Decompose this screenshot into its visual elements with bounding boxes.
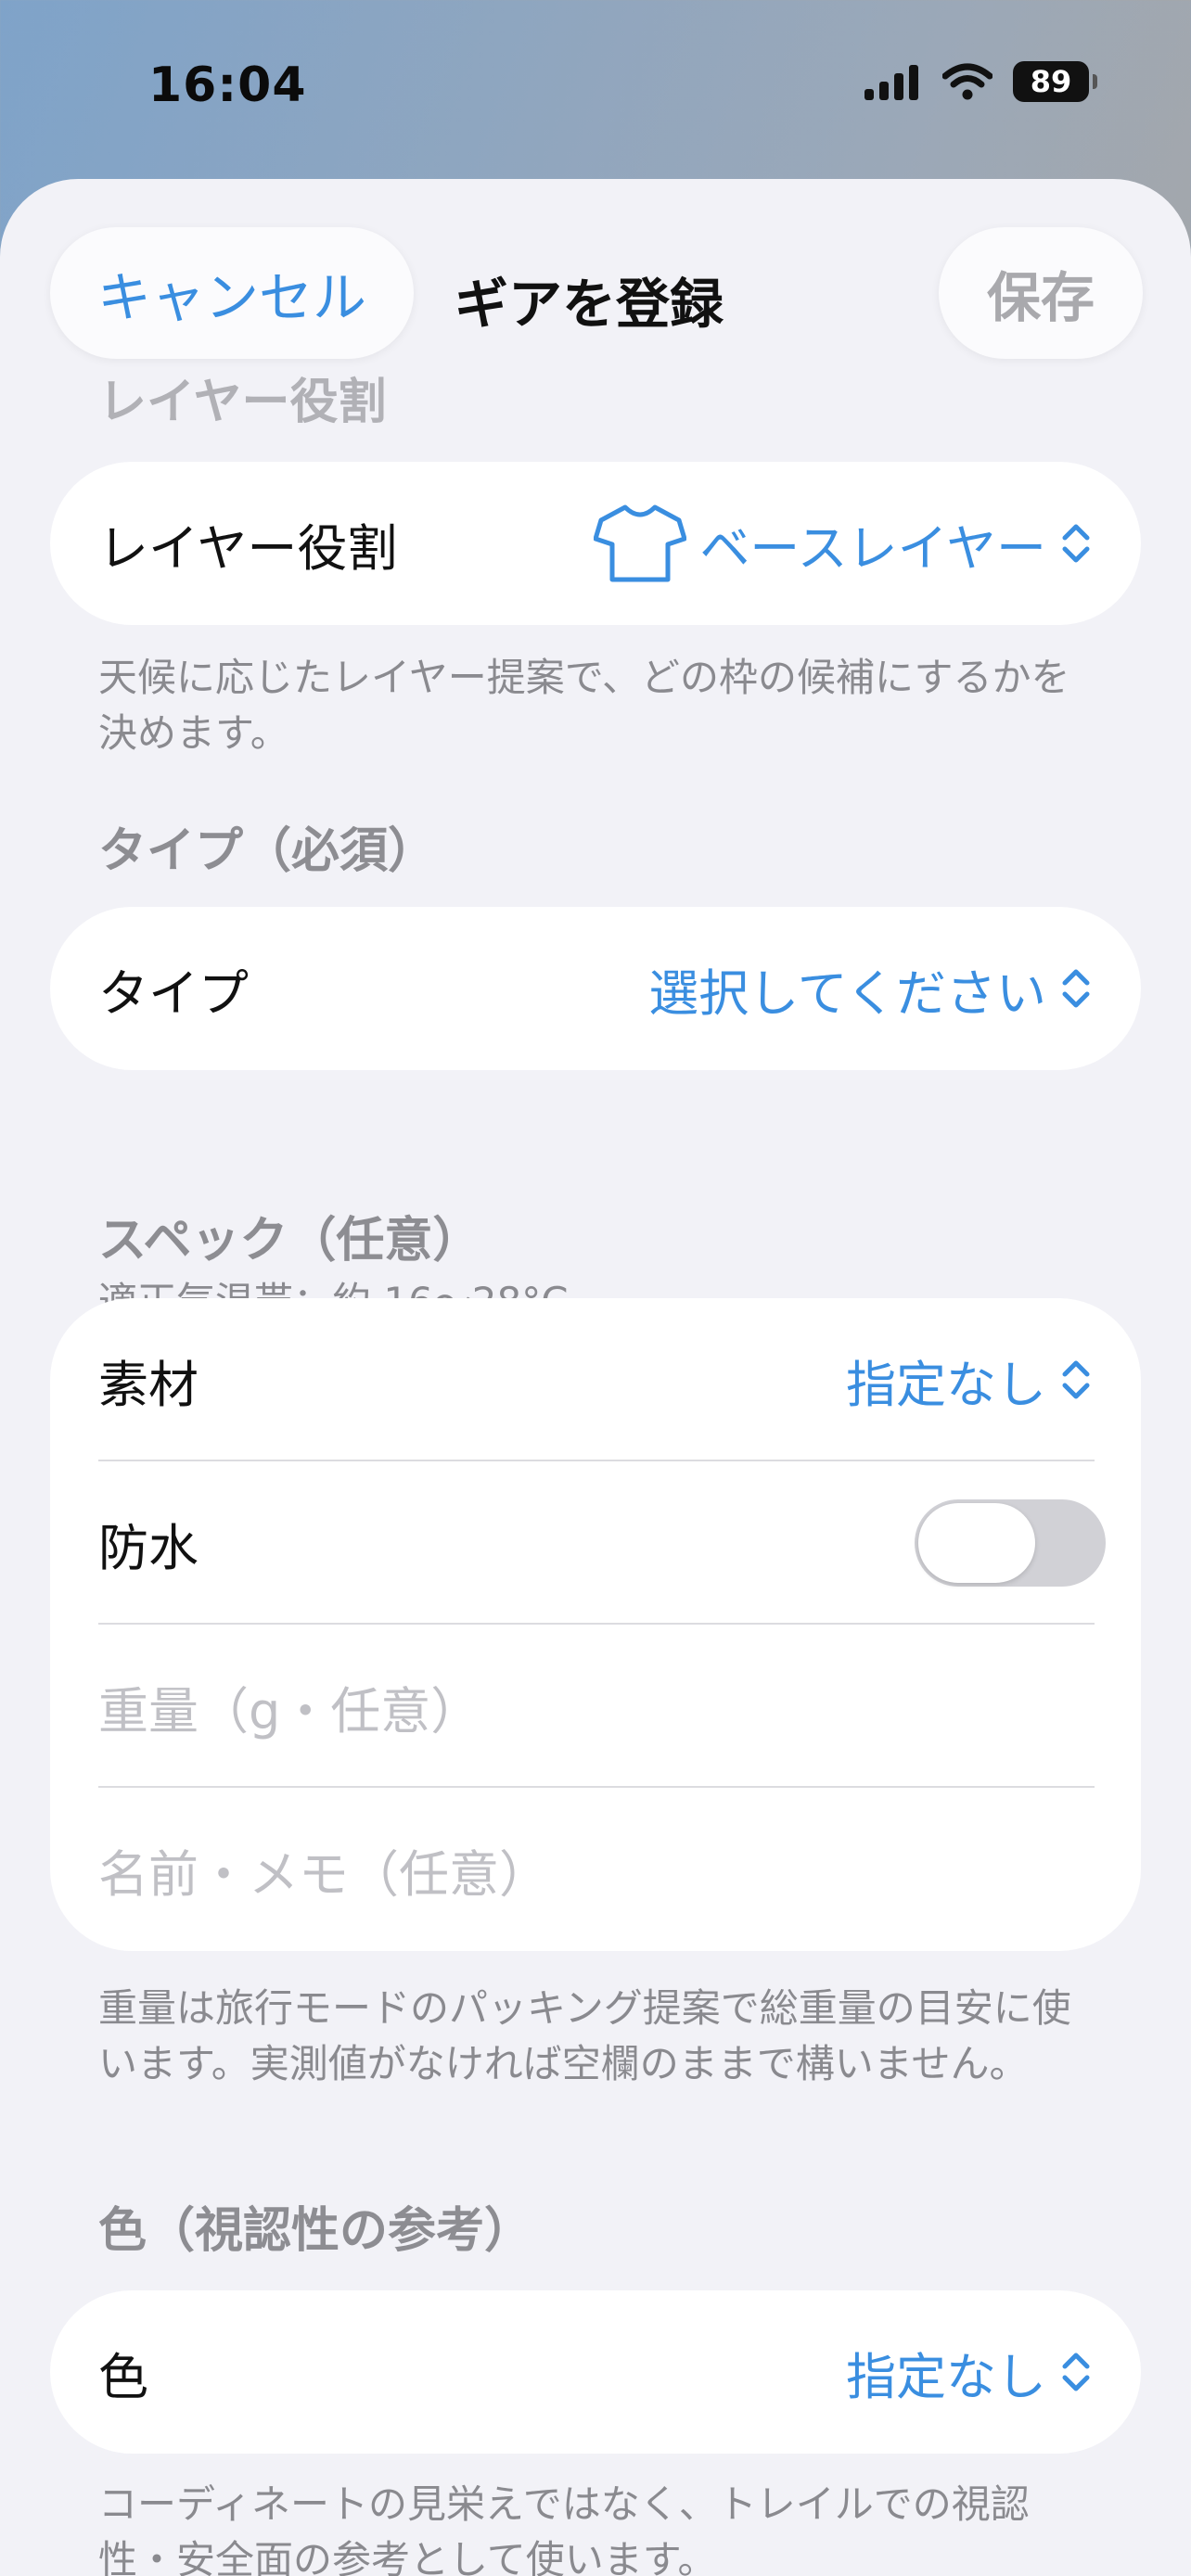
type-label: タイプ — [98, 963, 249, 1023]
chevron-up-down-icon — [1062, 969, 1090, 1008]
waterproof-label: 防水 — [98, 1518, 198, 1577]
toggle-knob — [918, 1503, 1035, 1583]
color-footnote: コーディネートの見栄えではなく、トレイルでの視認性・安全面の参考として使います。 — [98, 2481, 1030, 2576]
save-button[interactable]: 保存 — [939, 227, 1143, 359]
section-header-layer: レイヤー役割 — [98, 375, 387, 430]
tshirt-icon — [594, 504, 687, 582]
spec-card: 素材 指定なし 防水 重量（g・任意） 名前・メモ（任意） — [50, 1298, 1141, 1951]
weight-placeholder: 重量（g・任意） — [98, 1681, 481, 1741]
section-header-color: 色（視認性の参考） — [98, 2203, 533, 2259]
status-bar: 16:04 89 — [0, 0, 1191, 176]
section-header-type: タイプ（必須） — [98, 823, 437, 879]
cancel-button[interactable]: キャンセル — [50, 227, 414, 359]
status-time: 16:04 — [148, 57, 307, 113]
status-icons: 89 — [863, 61, 1097, 102]
color-value: 指定なし — [846, 2347, 1046, 2406]
type-value: 選択してください — [648, 963, 1046, 1023]
wifi-icon — [942, 63, 992, 100]
section-header-spec: スペック（任意） — [98, 1213, 481, 1269]
type-picker[interactable]: 選択してください — [648, 952, 1093, 1026]
layer-role-picker[interactable]: ベースレイヤー — [594, 504, 1093, 583]
type-row[interactable]: タイプ 選択してください — [50, 907, 1141, 1070]
material-row[interactable]: 素材 指定なし — [50, 1298, 1141, 1461]
spec-footnote: 重量は旅行モードのパッキング提案で総重量の目安に使います。実測値がなければ空欄の… — [98, 1985, 1071, 2086]
battery-indicator: 89 — [1013, 61, 1097, 102]
material-value: 指定なし — [846, 1355, 1046, 1414]
color-card: 色 指定なし — [50, 2290, 1141, 2454]
chevron-up-down-icon — [1062, 2353, 1090, 2391]
layer-card: レイヤー役割 ベースレイヤー — [50, 462, 1141, 625]
waterproof-row: 防水 — [50, 1461, 1141, 1625]
memo-placeholder: 名前・メモ（任意） — [98, 1844, 549, 1904]
layer-role-value: ベースレイヤー — [699, 518, 1046, 578]
material-picker[interactable]: 指定なし — [846, 1344, 1093, 1417]
cellular-signal-icon — [864, 65, 918, 100]
layer-footnote: 天候に応じたレイヤー提案で、どの枠の候補にするかを決めます。 — [98, 655, 1070, 756]
weight-field[interactable]: 重量（g・任意） — [50, 1625, 1141, 1788]
register-gear-sheet: キャンセル ギアを登録 保存 レイヤー役割 レイヤー役割 ベースレイヤー 天候に… — [0, 179, 1191, 2576]
color-row[interactable]: 色 指定なし — [50, 2290, 1141, 2454]
color-picker[interactable]: 指定なし — [846, 2336, 1093, 2409]
color-label: 色 — [98, 2347, 148, 2406]
material-label: 素材 — [98, 1355, 198, 1414]
layer-role-row[interactable]: レイヤー役割 ベースレイヤー — [50, 462, 1141, 625]
type-card: タイプ 選択してください — [50, 907, 1141, 1070]
layer-role-label: レイヤー役割 — [98, 518, 398, 578]
waterproof-toggle[interactable] — [915, 1499, 1106, 1587]
chevron-up-down-icon — [1062, 524, 1090, 563]
chevron-up-down-icon — [1062, 1360, 1090, 1399]
page-title: ギアを登録 — [455, 273, 724, 336]
memo-field[interactable]: 名前・メモ（任意） — [50, 1788, 1141, 1951]
